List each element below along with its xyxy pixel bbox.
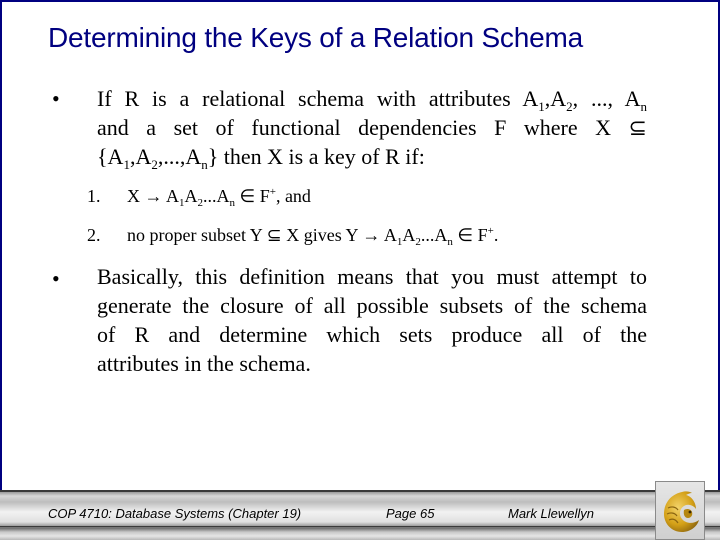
condition-1-text: X → A1A2...An ∈ F+, and (127, 186, 311, 209)
bullet-2-line-2: generate the closure of all possible sub… (97, 293, 647, 318)
footer-course: COP 4710: Database Systems (Chapter 19) (48, 506, 302, 521)
bullet-2-marker: • (52, 266, 60, 291)
bullet-2-line-1: Basically, this definition means that yo… (97, 264, 647, 289)
logo-box (655, 481, 705, 540)
bullet-1-line-2: and a set of functional dependencies F w… (97, 115, 647, 140)
condition-2-number: 2. (87, 225, 101, 245)
bullet-1-line-1: If R is a relational schema with attribu… (97, 86, 647, 114)
slide-title: Determining the Keys of a Relation Schem… (48, 22, 583, 53)
footer-top-rule (0, 490, 720, 492)
bullet-1-text: If R is a relational schema with attribu… (97, 84, 647, 171)
bullet-2-text: Basically, this definition means that yo… (97, 262, 647, 378)
pegasus-logo-icon (664, 491, 699, 532)
bullet-1-marker: • (52, 86, 60, 111)
bullet-2-line-3: of R and determine which sets produce al… (97, 322, 647, 347)
condition-1-number: 1. (87, 186, 101, 206)
slide-footer: COP 4710: Database Systems (Chapter 19) … (0, 490, 720, 540)
footer-mid-rule (0, 526, 720, 527)
bullet-1-line-3: {A1,A2,...,An} then X is a key of R if: (97, 144, 425, 172)
footer-page-number: Page 65 (386, 506, 435, 521)
footer-author: Mark Llewellyn (508, 506, 594, 521)
bullet-2-line-4: attributes in the schema. (97, 351, 311, 376)
condition-2-text: no proper subset Y ⊆ X gives Y → A1A2...… (127, 225, 499, 248)
